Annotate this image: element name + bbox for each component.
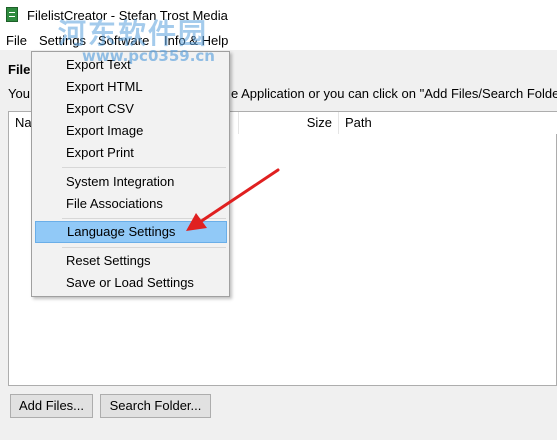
menu-item-save-or-load-settings[interactable]: Save or Load Settings [35,272,227,294]
column-header-size[interactable]: Size [239,112,339,134]
menu-item-export-csv[interactable]: Export CSV [35,98,227,120]
section-heading: File [8,62,31,77]
add-files-button[interactable]: Add Files... [10,394,93,418]
menu-item-system-integration[interactable]: System Integration [35,171,227,193]
menu-item-reset-settings[interactable]: Reset Settings [35,250,227,272]
menu-file[interactable]: File [6,33,27,48]
app-icon [6,7,18,22]
menu-item-file-associations[interactable]: File Associations [35,193,227,215]
watermark-url: www.pc0359.cn [82,47,215,65]
hint-text-right: e Application or you can click on "Add F… [231,86,557,101]
menu-item-export-html[interactable]: Export HTML [35,76,227,98]
hint-text-left: You [8,86,30,101]
watermark-logo-text: 河东软件园 [58,17,209,50]
menu-separator [62,167,226,168]
menu-item-export-print[interactable]: Export Print [35,142,227,164]
settings-dropdown-menu: Export Text Export HTML Export CSV Expor… [31,51,230,297]
menu-item-language-settings[interactable]: Language Settings [35,221,227,243]
menu-item-export-image[interactable]: Export Image [35,120,227,142]
search-folder-button[interactable]: Search Folder... [100,394,211,418]
column-header-path[interactable]: Path [339,112,557,134]
menu-separator [62,218,226,219]
menu-separator [62,247,226,248]
